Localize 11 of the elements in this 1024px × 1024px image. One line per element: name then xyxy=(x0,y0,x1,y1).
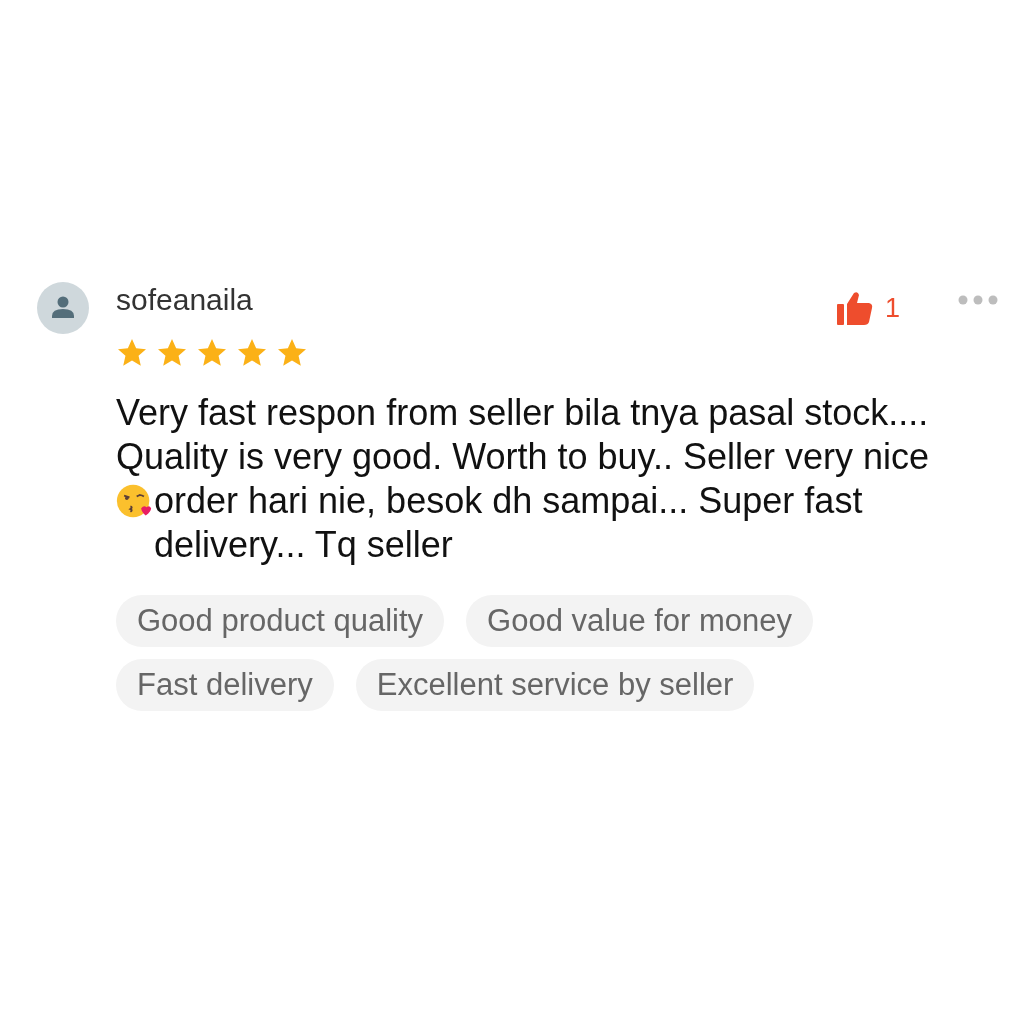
thumbs-up-icon[interactable] xyxy=(836,291,873,325)
like-count: 1 xyxy=(884,292,900,324)
review-tag: Good product quality xyxy=(116,595,445,647)
avatar-icon xyxy=(37,282,89,334)
review-tag: Good value for money xyxy=(466,595,814,647)
kissing-face-icon xyxy=(116,483,152,519)
review-tag: Fast delivery xyxy=(116,659,334,711)
review-text: order hari nie, besok dh sampai... Super fast delivery... Tq seller xyxy=(154,479,864,567)
more-icon[interactable] xyxy=(958,295,998,305)
username: sofeanaila xyxy=(116,283,254,317)
review-tag: Excellent service by seller xyxy=(355,659,755,711)
